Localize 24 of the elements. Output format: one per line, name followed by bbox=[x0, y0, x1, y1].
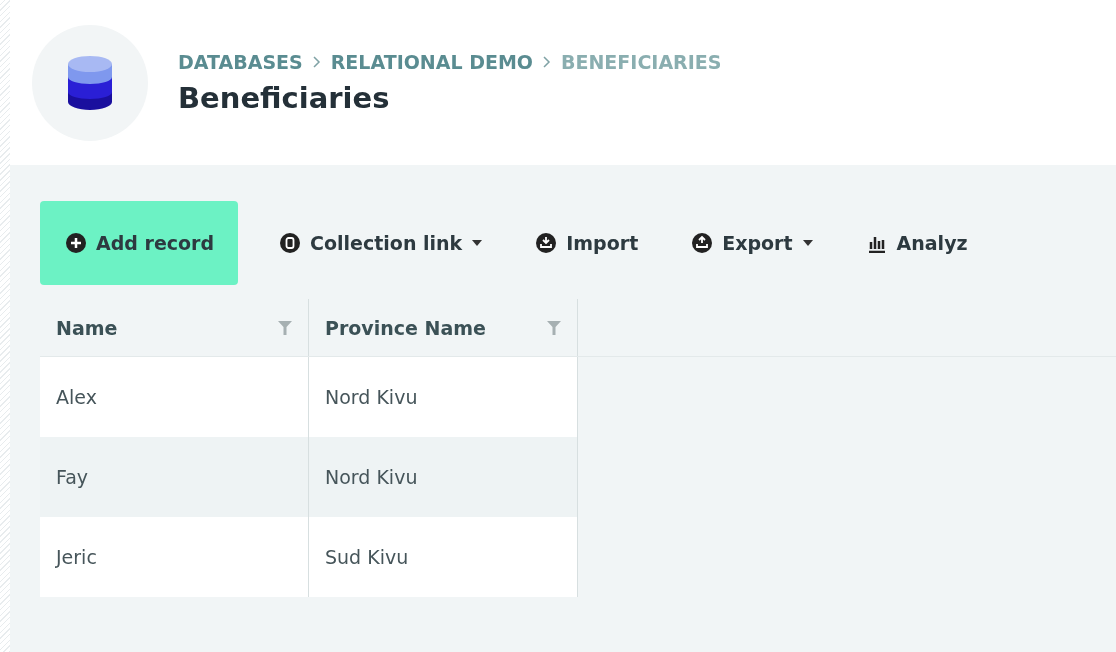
breadcrumb-link[interactable]: DATABASES bbox=[178, 50, 303, 73]
column-header[interactable]: Province Name bbox=[325, 316, 486, 339]
table-cell: Nord Kivu bbox=[309, 357, 578, 437]
plus-icon bbox=[66, 233, 86, 253]
caret-icon bbox=[472, 240, 483, 246]
column-header[interactable]: Name bbox=[56, 316, 118, 339]
caret-icon bbox=[802, 240, 813, 246]
chevron-icon bbox=[543, 55, 551, 68]
toolbar-button[interactable]: Export bbox=[666, 201, 837, 285]
export-icon bbox=[692, 233, 713, 253]
database-icon bbox=[68, 55, 112, 110]
import-icon bbox=[536, 233, 557, 253]
page-title: Beneficiaries bbox=[178, 80, 391, 115]
toolbar-button[interactable]: Add record bbox=[40, 201, 239, 285]
toolbar-button[interactable]: Import bbox=[510, 201, 663, 285]
breadcrumb-link[interactable]: RELATIONAL DEMO bbox=[330, 50, 533, 73]
toolbar-button[interactable]: Analyz bbox=[840, 201, 992, 285]
toolbar-button[interactable]: Collection link bbox=[254, 201, 507, 285]
filter-icon[interactable] bbox=[547, 320, 561, 335]
table-cell: Alex bbox=[40, 357, 309, 437]
table-cell: Sud Kivu bbox=[309, 517, 578, 597]
chevron-icon bbox=[312, 55, 321, 68]
table-cell: Jeric bbox=[40, 517, 309, 597]
filter-icon[interactable] bbox=[278, 320, 292, 335]
